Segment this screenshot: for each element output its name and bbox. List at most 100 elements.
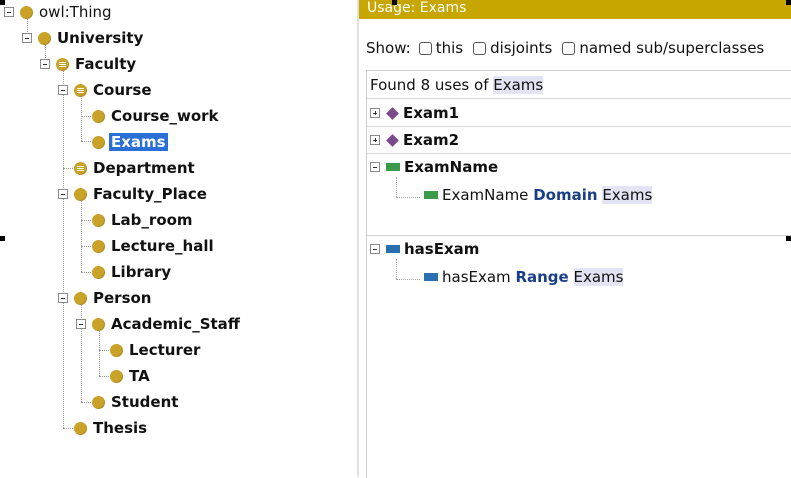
class-icon — [92, 239, 105, 253]
tree-connector — [81, 272, 91, 273]
tree-connector — [396, 177, 397, 197]
class-icon — [92, 135, 105, 149]
tree-connector — [396, 259, 397, 279]
collapse-toggle[interactable] — [76, 319, 86, 329]
collapse-toggle[interactable] — [22, 33, 32, 43]
expand-toggle[interactable] — [370, 135, 380, 145]
this-checkbox[interactable] — [418, 41, 432, 55]
class-icon — [74, 291, 87, 305]
tree-node-academic-staff[interactable]: Academic_Staff — [76, 314, 240, 334]
tree-node-course[interactable]: Course — [58, 80, 152, 100]
collapse-toggle[interactable] — [58, 189, 68, 199]
tree-node-person[interactable]: Person — [58, 288, 151, 308]
separator — [367, 126, 791, 127]
resize-handle[interactable] — [392, 0, 397, 5]
axiom-subject: ExamName — [442, 186, 529, 204]
tree-node-label: Faculty_Place — [93, 185, 207, 203]
collapse-toggle[interactable] — [370, 162, 380, 172]
tree-connector — [99, 376, 109, 377]
tree-node-label: Lab_room — [111, 211, 193, 229]
usage-axiom-examname-domain[interactable]: ExamName Domain Exams — [424, 184, 653, 206]
defined-class-icon — [74, 83, 87, 97]
separator — [367, 98, 791, 99]
resize-handle[interactable] — [786, 236, 791, 241]
tree-node-label: Lecture_hall — [111, 237, 214, 255]
tree-node-student[interactable]: Student — [92, 392, 178, 412]
class-icon — [92, 265, 105, 279]
tree-node-label: Person — [93, 289, 152, 307]
usage-panel: Usage: Exams Show: this disjoints named … — [359, 0, 791, 478]
tree-node-faculty[interactable]: Faculty — [40, 54, 136, 74]
object-property-icon — [424, 273, 438, 281]
axiom-object: Exams — [602, 186, 653, 204]
separator — [367, 235, 791, 236]
class-icon — [74, 187, 87, 201]
tree-node-label: Library — [111, 263, 172, 281]
tree-node-label: University — [57, 29, 144, 47]
tree-node-ta[interactable]: TA — [110, 366, 150, 386]
tree-node-thesis[interactable]: Thesis — [74, 418, 147, 438]
class-icon — [92, 395, 105, 409]
tree-connector — [63, 168, 73, 169]
tree-connector — [63, 70, 64, 428]
resize-handle[interactable] — [0, 236, 5, 241]
tree-node-lab-room[interactable]: Lab_room — [92, 210, 193, 230]
tree-node-label: owl:Thing — [39, 3, 112, 21]
class-icon — [110, 343, 123, 357]
usage-item-label: hasExam — [404, 240, 480, 258]
tree-connector — [99, 330, 100, 376]
class-icon — [38, 31, 51, 45]
resize-handle[interactable] — [786, 0, 791, 5]
tree-connector — [81, 116, 91, 117]
named-sub-superclasses-checkbox[interactable] — [562, 41, 576, 55]
tree-node-label: Course — [93, 81, 152, 99]
usage-item-exam2[interactable]: Exam2 — [370, 129, 459, 151]
tree-node-department[interactable]: Department — [74, 158, 195, 178]
tree-node-label: Department — [93, 159, 195, 177]
resize-handle[interactable] — [0, 0, 5, 5]
tree-node-faculty-place[interactable]: Faculty_Place — [58, 184, 207, 204]
individual-icon — [386, 133, 399, 147]
usage-item-examname[interactable]: ExamName — [370, 156, 498, 178]
tree-node-lecturer[interactable]: Lecturer — [110, 340, 200, 360]
tree-node-exams[interactable]: Exams — [92, 132, 168, 152]
tree-node-owl-thing[interactable]: owl:Thing — [4, 2, 112, 22]
tree-connector — [99, 350, 109, 351]
tree-node-label: TA — [129, 367, 150, 385]
tree-node-university[interactable]: University — [22, 28, 143, 48]
data-property-icon — [424, 191, 438, 199]
data-property-icon — [386, 163, 400, 171]
usage-item-hasexam[interactable]: hasExam — [370, 238, 479, 260]
class-icon — [20, 5, 33, 19]
tree-connector — [81, 96, 82, 141]
defined-class-icon — [56, 57, 69, 71]
tree-node-lecture-hall[interactable]: Lecture_hall — [92, 236, 214, 256]
tree-node-label-selected: Exams — [109, 133, 168, 151]
disjoints-checkbox[interactable] — [473, 41, 487, 55]
expand-toggle[interactable] — [370, 108, 380, 118]
axiom-keyword: Domain — [533, 186, 598, 204]
usage-item-exam1[interactable]: Exam1 — [370, 102, 459, 124]
usage-panel-header: Usage: Exams — [359, 0, 791, 19]
class-icon — [92, 317, 105, 331]
tree-node-label: Lecturer — [129, 341, 201, 359]
collapse-toggle[interactable] — [40, 59, 50, 69]
collapse-toggle[interactable] — [58, 293, 68, 303]
class-icon — [92, 109, 105, 123]
usage-axiom-hasexam-range[interactable]: hasExam Range Exams — [424, 266, 624, 288]
found-uses-text: Found 8 uses of Exams — [370, 76, 544, 94]
show-options-row: Show: this disjoints named sub/superclas… — [366, 37, 766, 59]
usage-results-list: Found 8 uses of Exams Exam1 Exam2 ExamNa… — [366, 70, 791, 478]
disjoints-checkbox-label: disjoints — [490, 39, 553, 57]
axiom-subject: hasExam — [442, 268, 511, 286]
tree-node-library[interactable]: Library — [92, 262, 171, 282]
tree-connector — [81, 141, 91, 142]
collapse-toggle[interactable] — [370, 244, 380, 254]
found-prefix: Found 8 uses of — [370, 76, 494, 94]
tree-connector — [81, 402, 91, 403]
tree-node-label: Academic_Staff — [111, 315, 240, 333]
tree-connector — [396, 197, 420, 198]
collapse-toggle[interactable] — [58, 85, 68, 95]
tree-node-course-work[interactable]: Course_work — [92, 106, 219, 126]
collapse-toggle[interactable] — [4, 7, 14, 17]
